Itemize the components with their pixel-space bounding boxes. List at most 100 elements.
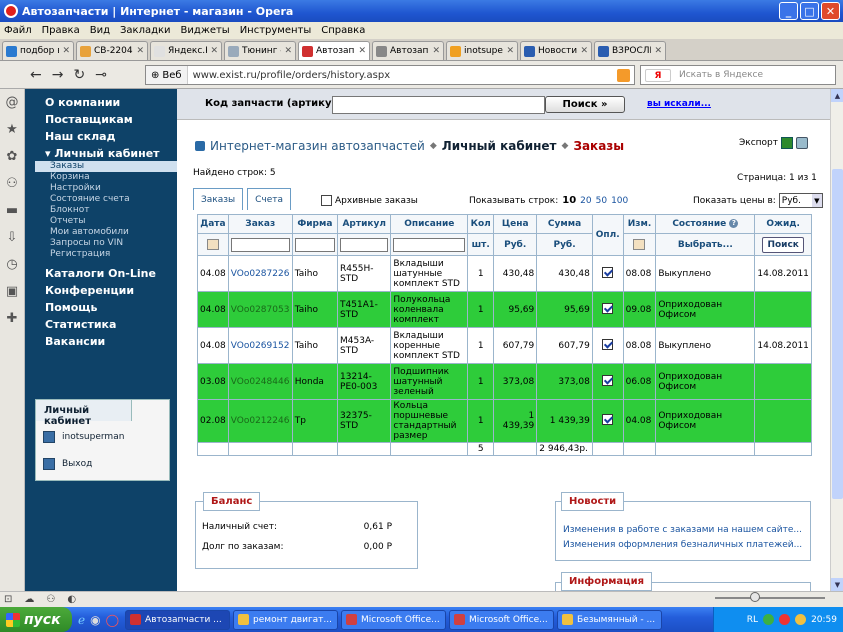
col-date[interactable]: Дата bbox=[197, 214, 229, 234]
tab-close-icon[interactable]: ✕ bbox=[284, 46, 292, 56]
order-link[interactable]: VOo0287053 bbox=[227, 291, 293, 328]
menu-item[interactable]: Закладки bbox=[120, 25, 171, 36]
taskbar-button[interactable]: Microsoft Office... bbox=[449, 609, 555, 630]
minimize-button[interactable]: _ bbox=[779, 2, 798, 20]
sidebar-item[interactable]: Каталоги On-Line bbox=[25, 264, 177, 281]
notes-icon[interactable]: ▬ bbox=[6, 203, 18, 218]
search-history-link[interactable]: вы искали... bbox=[647, 99, 711, 109]
scroll-up-icon[interactable]: ▲ bbox=[831, 89, 843, 102]
at-icon[interactable]: @ bbox=[6, 95, 19, 110]
zoom-slider[interactable] bbox=[715, 597, 825, 599]
tab-close-icon[interactable]: ✕ bbox=[506, 46, 514, 56]
unite-icon[interactable]: ⚇ bbox=[46, 594, 55, 605]
sidebar-subitem[interactable]: Настройки bbox=[25, 183, 177, 194]
key-icon[interactable]: ⊸ bbox=[95, 67, 107, 83]
paid-checkbox[interactable] bbox=[602, 374, 614, 386]
paid-checkbox[interactable] bbox=[602, 302, 614, 314]
browser-tab[interactable]: Автозапч...✕ bbox=[372, 41, 444, 60]
col-state[interactable]: Состояние ? bbox=[655, 214, 756, 234]
taskbar-button[interactable]: Автозапчасти ... bbox=[125, 609, 231, 630]
rows-option[interactable]: 20 bbox=[580, 196, 591, 206]
tab-close-icon[interactable]: ✕ bbox=[62, 46, 70, 56]
scroll-down-icon[interactable]: ▼ bbox=[831, 578, 843, 591]
order-link[interactable]: VOo0212246 bbox=[227, 399, 293, 443]
help-icon[interactable]: ? bbox=[729, 219, 739, 228]
order-filter[interactable] bbox=[227, 233, 293, 256]
scroll-thumb[interactable] bbox=[832, 169, 843, 499]
col-firm[interactable]: Фирма bbox=[291, 214, 339, 234]
article-filter-input[interactable] bbox=[340, 237, 389, 252]
menu-item[interactable]: Правка bbox=[42, 25, 80, 36]
export-control[interactable]: Экспорт bbox=[739, 137, 809, 149]
vertical-scrollbar[interactable]: ▲ ▼ bbox=[830, 89, 843, 591]
state-select[interactable]: Выбрать... bbox=[655, 233, 756, 256]
order-link[interactable]: VOo0269152 bbox=[227, 327, 293, 364]
transfer-icon[interactable]: ⇩ bbox=[7, 230, 18, 245]
taskbar-button[interactable]: Безымянный - ... bbox=[557, 609, 663, 630]
user-link[interactable]: inotsuperman bbox=[43, 431, 124, 443]
col-order[interactable]: Заказ bbox=[227, 214, 293, 234]
filter-search-button[interactable]: Поиск bbox=[762, 236, 804, 253]
col-desc[interactable]: Описание bbox=[390, 214, 469, 234]
sidebar-item[interactable]: Конференции bbox=[25, 281, 177, 298]
sidebar-subitem[interactable]: Мои автомобили bbox=[25, 227, 177, 238]
excel-icon[interactable] bbox=[781, 137, 794, 149]
browser-tab[interactable]: Автозапч...✕ bbox=[298, 41, 370, 60]
address-bar[interactable]: ⊕ Веб www.exist.ru/profile/orders/history… bbox=[145, 65, 635, 85]
logout-link[interactable]: Выход bbox=[43, 458, 92, 470]
turbo-icon[interactable]: ◐ bbox=[67, 594, 76, 605]
news-link[interactable]: Изменения оформления безналичных платеже… bbox=[563, 540, 802, 550]
calendar-icon[interactable] bbox=[633, 239, 646, 250]
order-link[interactable]: VOo0248446 bbox=[227, 363, 293, 400]
star-icon[interactable]: ★ bbox=[6, 122, 18, 137]
firm-filter-input[interactable] bbox=[294, 237, 336, 252]
reload-icon[interactable]: ↻ bbox=[73, 67, 85, 83]
changed-filter[interactable] bbox=[622, 233, 657, 256]
browser-tab[interactable]: ВЗРОСЛЫ...✕ bbox=[594, 41, 666, 60]
maximize-button[interactable]: □ bbox=[800, 2, 819, 20]
history-icon[interactable]: ◷ bbox=[6, 257, 17, 272]
archive-checkbox[interactable] bbox=[321, 195, 332, 206]
browser-tab[interactable]: Тюнинг - ...✕ bbox=[224, 41, 296, 60]
panel-toggle-icon[interactable]: ⊡ bbox=[4, 594, 12, 605]
paid-checkbox[interactable] bbox=[602, 338, 614, 350]
calendar-icon[interactable] bbox=[206, 239, 219, 250]
browser-tab[interactable]: CB-2204G...✕ bbox=[76, 41, 148, 60]
cloud-icon[interactable]: ☁ bbox=[24, 594, 34, 605]
browser-tab[interactable]: inotsuper...✕ bbox=[446, 41, 518, 60]
sidebar-subitem[interactable]: Состояние счета bbox=[25, 194, 177, 205]
col-paid[interactable]: Опл. bbox=[591, 214, 624, 256]
widget-icon[interactable]: ▣ bbox=[6, 284, 18, 299]
media-icon[interactable]: ◉ bbox=[90, 613, 100, 627]
print-icon[interactable] bbox=[796, 137, 809, 149]
col-sum[interactable]: Сумма bbox=[536, 214, 593, 234]
firm-filter[interactable] bbox=[291, 233, 339, 256]
archive-toggle[interactable]: Архивные заказы bbox=[321, 195, 418, 206]
article-filter[interactable] bbox=[337, 233, 392, 256]
rows-option[interactable]: 100 bbox=[611, 196, 628, 206]
col-qty[interactable]: Кол bbox=[467, 214, 495, 234]
gear-icon[interactable]: ✿ bbox=[7, 149, 18, 164]
browser-tab[interactable]: подбор в...✕ bbox=[2, 41, 74, 60]
sidebar-item[interactable]: ▾ Личный кабинет bbox=[25, 144, 177, 161]
tab-close-icon[interactable]: ✕ bbox=[210, 46, 218, 56]
desc-filter[interactable] bbox=[390, 233, 469, 256]
col-changed[interactable]: Изм. bbox=[622, 214, 657, 234]
menu-item[interactable]: Инструменты bbox=[240, 25, 312, 36]
desc-filter-input[interactable] bbox=[393, 237, 466, 252]
menu-item[interactable]: Вид bbox=[90, 25, 110, 36]
currency-select[interactable]: Руб. ▼ bbox=[778, 193, 823, 208]
sidebar-subitem[interactable]: Запросы по VIN bbox=[25, 238, 177, 249]
tab-close-icon[interactable]: ✕ bbox=[358, 46, 366, 56]
opera-quick-icon[interactable]: ◯ bbox=[106, 613, 119, 627]
part-code-input[interactable] bbox=[332, 96, 545, 114]
sidebar-subitem[interactable]: Регистрация bbox=[25, 249, 177, 260]
taskbar-button[interactable]: ремонт двигат... bbox=[233, 609, 339, 630]
tab-close-icon[interactable]: ✕ bbox=[136, 46, 144, 56]
taskbar-button[interactable]: Microsoft Office... bbox=[341, 609, 447, 630]
date-filter[interactable] bbox=[197, 233, 229, 256]
order-filter-input[interactable] bbox=[230, 237, 290, 252]
add-panel-icon[interactable]: ✚ bbox=[7, 311, 18, 326]
tab-close-icon[interactable]: ✕ bbox=[432, 46, 440, 56]
rss-icon[interactable] bbox=[617, 69, 630, 82]
